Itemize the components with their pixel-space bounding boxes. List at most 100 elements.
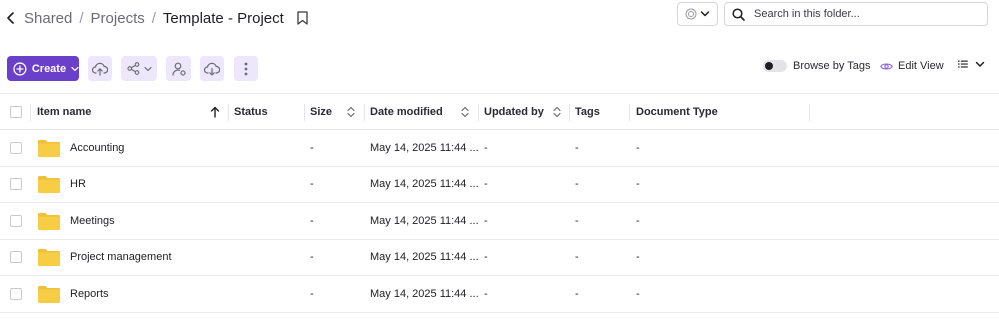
share-icon <box>126 62 139 75</box>
item-tags: - <box>575 141 579 154</box>
column-header-status[interactable]: Status <box>234 94 268 129</box>
row-checkbox[interactable] <box>10 287 22 300</box>
column-divider <box>304 104 305 121</box>
sort-icon[interactable] <box>347 106 355 118</box>
item-updated-by: - <box>484 141 488 154</box>
column-header-updated-by[interactable]: Updated by <box>484 94 544 129</box>
search-box <box>724 2 988 26</box>
column-header-document-type[interactable]: Document Type <box>636 94 718 129</box>
chevron-down-icon <box>700 11 710 17</box>
table-row[interactable]: Project management - May 14, 2025 11:44 … <box>0 240 999 276</box>
item-document-type: - <box>636 287 640 300</box>
item-name[interactable]: HR <box>70 167 86 203</box>
bookmark-button[interactable] <box>296 9 310 27</box>
chevron-down-icon <box>71 66 79 71</box>
browse-by-tags-toggle[interactable]: Browse by Tags <box>763 60 870 72</box>
breadcrumb-separator: / <box>151 9 156 27</box>
item-date-modified: May 14, 2025 11:44 ... <box>370 141 479 154</box>
sort-icon[interactable] <box>553 106 561 118</box>
share-button[interactable] <box>121 56 157 81</box>
sort-icon[interactable] <box>461 106 469 118</box>
item-date-modified: May 14, 2025 11:44 ... <box>370 287 479 300</box>
item-tags: - <box>575 287 579 300</box>
item-updated-by: - <box>484 287 488 300</box>
more-icon <box>244 62 248 75</box>
folder-icon <box>38 212 60 230</box>
column-divider <box>228 104 229 121</box>
item-size: - <box>310 214 314 227</box>
upload-button[interactable] <box>88 56 112 81</box>
column-divider <box>478 104 479 121</box>
scope-icon <box>685 8 697 20</box>
breadcrumb-item-projects[interactable]: Projects <box>91 10 145 27</box>
list-view-icon <box>958 60 968 68</box>
column-header-date-modified[interactable]: Date modified <box>370 94 443 129</box>
column-divider <box>629 104 630 121</box>
row-checkbox[interactable] <box>10 141 22 154</box>
item-date-modified: May 14, 2025 11:44 ... <box>370 178 479 191</box>
item-tags: - <box>575 251 579 264</box>
breadcrumb: Shared / Projects / Template - Project <box>24 8 310 28</box>
column-header-size[interactable]: Size <box>310 94 332 129</box>
item-name[interactable]: Meetings <box>70 203 115 239</box>
search-scope-dropdown[interactable] <box>677 2 718 26</box>
chevron-left-icon <box>7 12 14 24</box>
item-updated-by: - <box>484 251 488 264</box>
table-row[interactable]: Reports - May 14, 2025 11:44 ... - - - <box>0 276 999 313</box>
manage-access-button[interactable] <box>166 56 191 81</box>
item-tags: - <box>575 178 579 191</box>
toggle-switch[interactable] <box>763 60 787 72</box>
item-updated-by: - <box>484 214 488 227</box>
create-button[interactable]: Create <box>7 56 79 81</box>
more-button[interactable] <box>234 56 258 81</box>
column-divider <box>30 104 31 121</box>
download-button[interactable] <box>200 56 224 81</box>
row-checkbox[interactable] <box>10 178 22 191</box>
column-divider <box>809 104 810 121</box>
column-header-tags[interactable]: Tags <box>575 94 600 129</box>
table-row[interactable]: HR - May 14, 2025 11:44 ... - - - <box>0 167 999 203</box>
table-header: Item name Status Size Date modified Upda… <box>0 93 999 130</box>
item-size: - <box>310 178 314 191</box>
item-date-modified: May 14, 2025 11:44 ... <box>370 214 479 227</box>
breadcrumb-separator: / <box>79 9 84 27</box>
file-table: Item name Status Size Date modified Upda… <box>0 93 999 313</box>
column-divider <box>569 104 570 121</box>
folder-icon <box>38 176 60 194</box>
upload-icon <box>92 62 108 76</box>
toolbar: Create <box>7 56 79 81</box>
breadcrumb-item-shared[interactable]: Shared <box>24 10 72 27</box>
item-size: - <box>310 251 314 264</box>
item-name[interactable]: Accounting <box>70 130 124 166</box>
column-header-item-name[interactable]: Item name <box>37 94 91 129</box>
view-options-dropdown[interactable] <box>958 60 985 68</box>
folder-icon <box>38 139 60 157</box>
manage-access-icon <box>171 62 186 76</box>
bookmark-icon <box>297 11 308 25</box>
search-input[interactable] <box>754 8 974 20</box>
column-divider <box>364 104 365 121</box>
select-all-checkbox[interactable] <box>10 105 22 118</box>
row-checkbox[interactable] <box>10 251 22 264</box>
item-document-type: - <box>636 251 640 264</box>
item-name[interactable]: Project management <box>70 240 172 276</box>
create-button-label: Create <box>31 62 67 75</box>
arrow-up-icon[interactable] <box>210 106 220 118</box>
edit-view-label: Edit View <box>898 60 944 72</box>
item-document-type: - <box>636 141 640 154</box>
page-title: Template - Project <box>162 9 284 27</box>
table-row[interactable]: Accounting - May 14, 2025 11:44 ... - - … <box>0 130 999 167</box>
item-size: - <box>310 287 314 300</box>
download-icon <box>204 62 220 76</box>
row-checkbox[interactable] <box>10 214 22 227</box>
back-button[interactable] <box>2 8 20 28</box>
folder-icon <box>38 249 60 267</box>
item-size: - <box>310 141 314 154</box>
item-name[interactable]: Reports <box>70 276 109 312</box>
search-icon <box>732 7 745 21</box>
table-row[interactable]: Meetings - May 14, 2025 11:44 ... - - - <box>0 203 999 240</box>
folder-icon <box>38 285 60 303</box>
item-tags: - <box>575 214 579 227</box>
edit-view-button[interactable]: Edit View <box>880 60 944 72</box>
item-document-type: - <box>636 214 640 227</box>
